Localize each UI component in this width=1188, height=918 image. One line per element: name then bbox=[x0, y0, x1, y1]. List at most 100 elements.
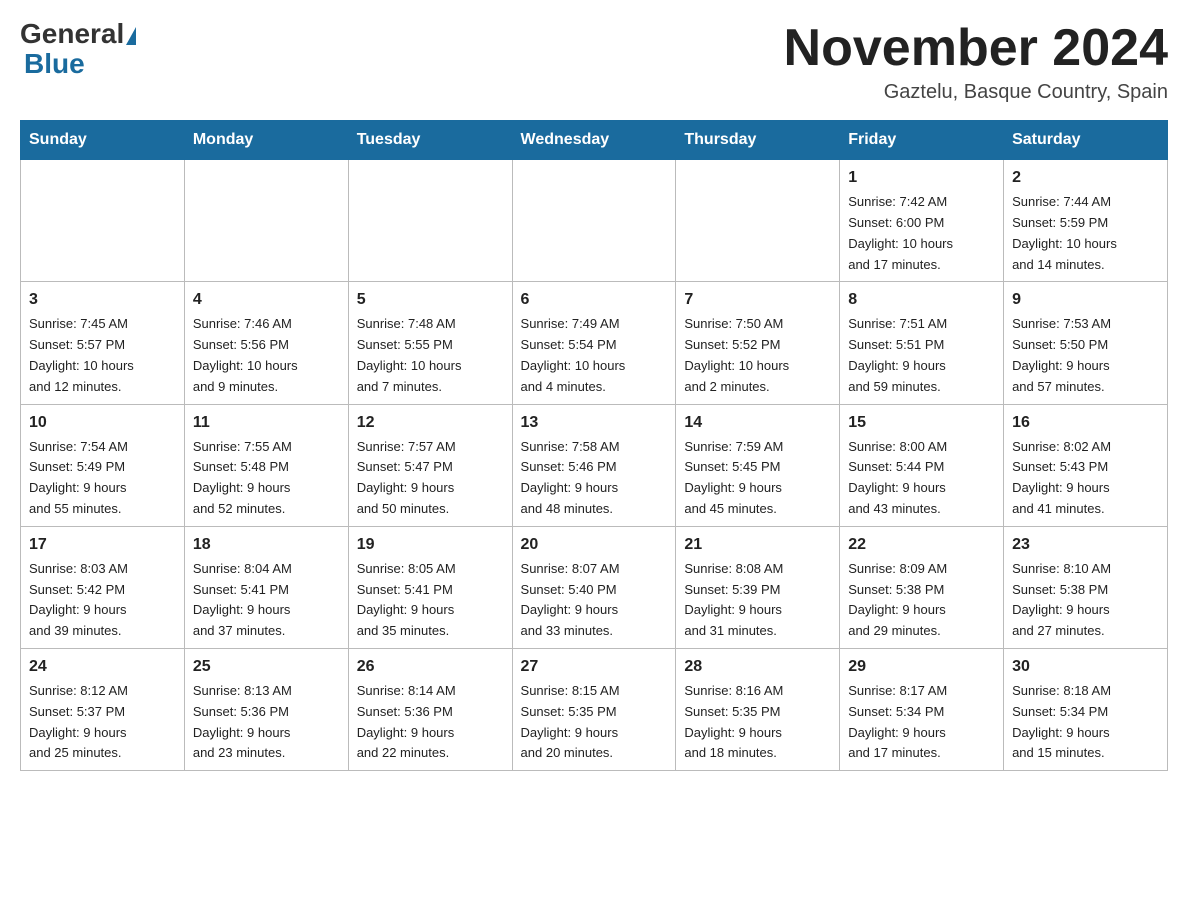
day-cell bbox=[676, 160, 840, 282]
day-info: Sunrise: 8:03 AM Sunset: 5:42 PM Dayligh… bbox=[29, 561, 128, 638]
day-info: Sunrise: 8:04 AM Sunset: 5:41 PM Dayligh… bbox=[193, 561, 292, 638]
day-cell: 4Sunrise: 7:46 AM Sunset: 5:56 PM Daylig… bbox=[184, 282, 348, 404]
day-number: 28 bbox=[684, 655, 831, 679]
day-number: 4 bbox=[193, 288, 340, 312]
day-info: Sunrise: 7:42 AM Sunset: 6:00 PM Dayligh… bbox=[848, 194, 953, 271]
day-info: Sunrise: 8:05 AM Sunset: 5:41 PM Dayligh… bbox=[357, 561, 456, 638]
day-info: Sunrise: 8:12 AM Sunset: 5:37 PM Dayligh… bbox=[29, 683, 128, 760]
day-cell: 9 Sunrise: 7:53 AM Sunset: 5:50 PM Daylig… bbox=[1004, 282, 1168, 404]
week-row-2: 3 Sunrise: 7:45 AM Sunset: 5:57 PM Daylig… bbox=[21, 282, 1168, 404]
day-info: Sunrise: 7:44 AM Sunset: 5:59 PM Dayligh… bbox=[1012, 194, 1117, 271]
day-info: Sunrise: 8:13 AM Sunset: 5:36 PM Dayligh… bbox=[193, 683, 292, 760]
day-number: 7 bbox=[684, 288, 831, 312]
day-info: Sunrise: 7:45 AM Sunset: 5:57 PM Dayligh… bbox=[29, 316, 134, 393]
day-info: Sunrise: 8:09 AM Sunset: 5:38 PM Dayligh… bbox=[848, 561, 947, 638]
logo-triangle-icon bbox=[126, 27, 136, 45]
day-number: 3 bbox=[29, 288, 176, 312]
day-number: 14 bbox=[684, 411, 831, 435]
day-info: Sunrise: 7:49 AM Sunset: 5:54 PM Dayligh… bbox=[521, 316, 626, 393]
day-number: 24 bbox=[29, 655, 176, 679]
day-number: 13 bbox=[521, 411, 668, 435]
day-cell bbox=[21, 160, 185, 282]
week-row-3: 10 Sunrise: 7:54 AM Sunset: 5:49 PM Dayli… bbox=[21, 404, 1168, 526]
day-cell: 20Sunrise: 8:07 AM Sunset: 5:40 PM Dayli… bbox=[512, 526, 676, 648]
day-cell: 11 Sunrise: 7:55 AM Sunset: 5:48 PM Dayli… bbox=[184, 404, 348, 526]
day-cell: 17 Sunrise: 8:03 AM Sunset: 5:42 PM Dayli… bbox=[21, 526, 185, 648]
day-number: 29 bbox=[848, 655, 995, 679]
day-cell: 16 Sunrise: 8:02 AM Sunset: 5:43 PM Dayli… bbox=[1004, 404, 1168, 526]
day-info: Sunrise: 8:10 AM Sunset: 5:38 PM Dayligh… bbox=[1012, 561, 1111, 638]
day-info: Sunrise: 8:07 AM Sunset: 5:40 PM Dayligh… bbox=[521, 561, 620, 638]
day-cell: 28Sunrise: 8:16 AM Sunset: 5:35 PM Dayli… bbox=[676, 648, 840, 770]
day-number: 15 bbox=[848, 411, 995, 435]
day-info: Sunrise: 8:18 AM Sunset: 5:34 PM Dayligh… bbox=[1012, 683, 1111, 760]
day-info: Sunrise: 7:58 AM Sunset: 5:46 PM Dayligh… bbox=[521, 439, 620, 516]
day-cell bbox=[348, 160, 512, 282]
day-info: Sunrise: 7:55 AM Sunset: 5:48 PM Dayligh… bbox=[193, 439, 292, 516]
day-number: 30 bbox=[1012, 655, 1159, 679]
day-number: 2 bbox=[1012, 166, 1159, 190]
day-number: 11 bbox=[193, 411, 340, 435]
header-monday: Monday bbox=[184, 121, 348, 160]
days-of-week-row: Sunday Monday Tuesday Wednesday Thursday… bbox=[21, 121, 1168, 160]
day-cell bbox=[512, 160, 676, 282]
day-cell: 27Sunrise: 8:15 AM Sunset: 5:35 PM Dayli… bbox=[512, 648, 676, 770]
day-cell: 6 Sunrise: 7:49 AM Sunset: 5:54 PM Daylig… bbox=[512, 282, 676, 404]
day-number: 18 bbox=[193, 533, 340, 557]
day-cell: 22Sunrise: 8:09 AM Sunset: 5:38 PM Dayli… bbox=[840, 526, 1004, 648]
page-header: General Blue November 2024 Gaztelu, Basq… bbox=[20, 20, 1168, 104]
day-cell bbox=[184, 160, 348, 282]
day-info: Sunrise: 7:57 AM Sunset: 5:47 PM Dayligh… bbox=[357, 439, 456, 516]
logo: General Blue bbox=[20, 20, 138, 80]
header-thursday: Thursday bbox=[676, 121, 840, 160]
day-cell: 29Sunrise: 8:17 AM Sunset: 5:34 PM Dayli… bbox=[840, 648, 1004, 770]
day-info: Sunrise: 7:59 AM Sunset: 5:45 PM Dayligh… bbox=[684, 439, 783, 516]
header-sunday: Sunday bbox=[21, 121, 185, 160]
day-cell: 23 Sunrise: 8:10 AM Sunset: 5:38 PM Dayli… bbox=[1004, 526, 1168, 648]
day-cell: 13 Sunrise: 7:58 AM Sunset: 5:46 PM Dayli… bbox=[512, 404, 676, 526]
day-number: 27 bbox=[521, 655, 668, 679]
day-info: Sunrise: 7:53 AM Sunset: 5:50 PM Dayligh… bbox=[1012, 316, 1111, 393]
day-number: 12 bbox=[357, 411, 504, 435]
day-cell: 19Sunrise: 8:05 AM Sunset: 5:41 PM Dayli… bbox=[348, 526, 512, 648]
day-number: 9 bbox=[1012, 288, 1159, 312]
day-number: 17 bbox=[29, 533, 176, 557]
day-cell: 10 Sunrise: 7:54 AM Sunset: 5:49 PM Dayli… bbox=[21, 404, 185, 526]
day-info: Sunrise: 8:14 AM Sunset: 5:36 PM Dayligh… bbox=[357, 683, 456, 760]
day-number: 5 bbox=[357, 288, 504, 312]
week-row-1: 1 Sunrise: 7:42 AM Sunset: 6:00 PM Daylig… bbox=[21, 160, 1168, 282]
day-number: 26 bbox=[357, 655, 504, 679]
header-wednesday: Wednesday bbox=[512, 121, 676, 160]
header-tuesday: Tuesday bbox=[348, 121, 512, 160]
logo-blue-text: Blue bbox=[24, 48, 85, 79]
day-info: Sunrise: 8:02 AM Sunset: 5:43 PM Dayligh… bbox=[1012, 439, 1111, 516]
day-cell: 8Sunrise: 7:51 AM Sunset: 5:51 PM Daylig… bbox=[840, 282, 1004, 404]
day-info: Sunrise: 7:51 AM Sunset: 5:51 PM Dayligh… bbox=[848, 316, 947, 393]
day-number: 1 bbox=[848, 166, 995, 190]
day-number: 23 bbox=[1012, 533, 1159, 557]
day-cell: 1 Sunrise: 7:42 AM Sunset: 6:00 PM Daylig… bbox=[840, 160, 1004, 282]
day-number: 6 bbox=[521, 288, 668, 312]
day-cell: 18 Sunrise: 8:04 AM Sunset: 5:41 PM Dayli… bbox=[184, 526, 348, 648]
day-info: Sunrise: 7:54 AM Sunset: 5:49 PM Dayligh… bbox=[29, 439, 128, 516]
day-cell: 15Sunrise: 8:00 AM Sunset: 5:44 PM Dayli… bbox=[840, 404, 1004, 526]
calendar-table: Sunday Monday Tuesday Wednesday Thursday… bbox=[20, 120, 1168, 771]
day-number: 10 bbox=[29, 411, 176, 435]
day-cell: 21Sunrise: 8:08 AM Sunset: 5:39 PM Dayli… bbox=[676, 526, 840, 648]
day-cell: 14 Sunrise: 7:59 AM Sunset: 5:45 PM Dayli… bbox=[676, 404, 840, 526]
day-cell: 7 Sunrise: 7:50 AM Sunset: 5:52 PM Daylig… bbox=[676, 282, 840, 404]
day-info: Sunrise: 7:50 AM Sunset: 5:52 PM Dayligh… bbox=[684, 316, 789, 393]
day-number: 25 bbox=[193, 655, 340, 679]
logo-general-text: General bbox=[20, 20, 124, 48]
day-cell: 2 Sunrise: 7:44 AM Sunset: 5:59 PM Daylig… bbox=[1004, 160, 1168, 282]
day-cell: 5 Sunrise: 7:48 AM Sunset: 5:55 PM Daylig… bbox=[348, 282, 512, 404]
day-cell: 26 Sunrise: 8:14 AM Sunset: 5:36 PM Dayli… bbox=[348, 648, 512, 770]
day-cell: 25 Sunrise: 8:13 AM Sunset: 5:36 PM Dayli… bbox=[184, 648, 348, 770]
day-number: 21 bbox=[684, 533, 831, 557]
calendar-month-year: November 2024 bbox=[784, 20, 1168, 77]
day-cell: 12 Sunrise: 7:57 AM Sunset: 5:47 PM Dayli… bbox=[348, 404, 512, 526]
day-info: Sunrise: 7:48 AM Sunset: 5:55 PM Dayligh… bbox=[357, 316, 462, 393]
header-saturday: Saturday bbox=[1004, 121, 1168, 160]
day-number: 16 bbox=[1012, 411, 1159, 435]
day-cell: 24 Sunrise: 8:12 AM Sunset: 5:37 PM Dayli… bbox=[21, 648, 185, 770]
